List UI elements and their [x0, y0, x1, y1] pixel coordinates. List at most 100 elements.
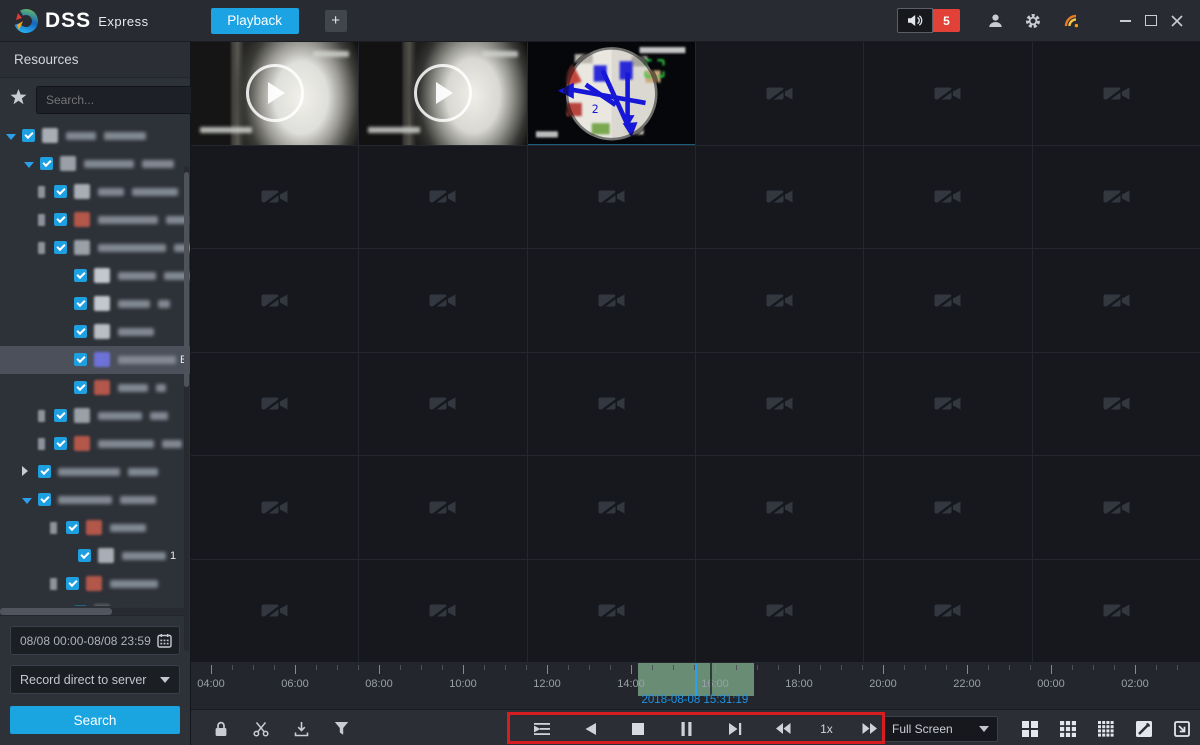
tree-checkbox[interactable] — [54, 437, 67, 450]
tree-checkbox[interactable] — [74, 297, 87, 310]
tree-checkbox[interactable] — [78, 549, 91, 562]
video-tile[interactable] — [1033, 249, 1200, 352]
pause-button[interactable] — [676, 718, 698, 740]
tree-row[interactable] — [0, 598, 190, 606]
clip-scissors-icon[interactable] — [251, 719, 271, 739]
play-button[interactable] — [414, 64, 472, 122]
play-button[interactable] — [246, 64, 304, 122]
favorites-star-icon[interactable] — [10, 89, 27, 110]
split-4-grid-icon[interactable] — [1020, 719, 1040, 739]
video-tile[interactable] — [1033, 560, 1200, 663]
screen-mode-select[interactable]: Full Screen — [883, 716, 998, 742]
speaker-icon[interactable] — [897, 8, 933, 33]
video-tile[interactable] — [528, 456, 695, 559]
tree-row[interactable] — [0, 262, 190, 290]
alarm-sound-control[interactable]: 5 — [897, 8, 960, 33]
tree-checkbox[interactable] — [74, 269, 87, 282]
next-frame-button[interactable] — [724, 718, 746, 740]
video-tile[interactable] — [864, 249, 1031, 352]
record-type-select[interactable]: Record direct to server — [10, 665, 180, 694]
tree-row[interactable] — [0, 374, 190, 402]
video-tile[interactable] — [359, 249, 526, 352]
tree-row[interactable]: 1 — [0, 542, 190, 570]
custom-split-icon[interactable] — [1134, 719, 1154, 739]
video-tile[interactable] — [864, 146, 1031, 249]
tree-checkbox[interactable] — [74, 325, 87, 338]
reverse-play-button[interactable] — [579, 718, 601, 740]
filter-icon[interactable] — [331, 719, 351, 739]
video-tile[interactable] — [696, 146, 863, 249]
video-tile[interactable] — [864, 560, 1031, 663]
maximize-button[interactable] — [1138, 8, 1164, 34]
tree-row[interactable] — [0, 514, 190, 542]
tree-row[interactable] — [0, 290, 190, 318]
close-button[interactable] — [1164, 8, 1190, 34]
video-tile[interactable] — [1033, 42, 1200, 145]
tree-checkbox[interactable] — [54, 409, 67, 422]
expand-arrow-icon[interactable] — [22, 463, 34, 481]
user-icon[interactable] — [984, 10, 1006, 32]
video-tile[interactable] — [191, 560, 358, 663]
video-tile[interactable] — [696, 560, 863, 663]
video-tile[interactable] — [191, 456, 358, 559]
tree-row[interactable] — [0, 150, 190, 178]
video-tile[interactable] — [696, 42, 863, 145]
tree-row[interactable] — [0, 178, 190, 206]
tree-checkbox[interactable] — [40, 157, 53, 170]
speed-indicator[interactable]: 1x — [820, 722, 833, 736]
tree-row[interactable] — [0, 570, 190, 598]
video-tile[interactable] — [528, 560, 695, 663]
tree-checkbox[interactable] — [74, 605, 87, 606]
split-9-grid-icon[interactable] — [1058, 719, 1078, 739]
collapse-arrow-icon[interactable] — [22, 491, 34, 509]
tree-checkbox[interactable] — [66, 577, 79, 590]
tree-checkbox[interactable] — [74, 353, 87, 366]
collapse-arrow-icon[interactable] — [6, 127, 18, 145]
video-tile[interactable] — [1033, 146, 1200, 249]
video-tile[interactable] — [528, 353, 695, 456]
video-tile[interactable] — [1033, 456, 1200, 559]
calendar-icon[interactable] — [157, 633, 172, 648]
video-tile-selected[interactable]: 2 — [528, 42, 695, 145]
video-tile[interactable] — [864, 42, 1031, 145]
settings-gear-icon[interactable] — [1022, 10, 1044, 32]
video-tile[interactable] — [191, 249, 358, 352]
tree-checkbox[interactable] — [66, 521, 79, 534]
search-input[interactable] — [44, 92, 203, 108]
tree-checkbox[interactable] — [54, 185, 67, 198]
video-tile[interactable] — [191, 353, 358, 456]
tree-checkbox[interactable] — [38, 493, 51, 506]
video-tile[interactable] — [359, 42, 526, 145]
tree-row[interactable] — [0, 486, 190, 514]
video-tile[interactable] — [864, 353, 1031, 456]
search-button[interactable]: Search — [10, 706, 180, 734]
alarm-count-badge[interactable]: 5 — [933, 9, 960, 32]
split-16-grid-icon[interactable] — [1096, 719, 1116, 739]
tree-row[interactable] — [0, 206, 190, 234]
tree-row[interactable] — [0, 402, 190, 430]
video-tile[interactable] — [528, 249, 695, 352]
tree-checkbox[interactable] — [38, 465, 51, 478]
video-tile[interactable] — [528, 146, 695, 249]
tree-checkbox[interactable] — [54, 213, 67, 226]
tree-row[interactable] — [0, 430, 190, 458]
collapse-arrow-icon[interactable] — [24, 155, 36, 173]
speed-down-rewind-button[interactable] — [772, 718, 794, 740]
stop-button[interactable] — [627, 718, 649, 740]
video-tile[interactable] — [696, 249, 863, 352]
speed-up-forward-button[interactable] — [859, 718, 881, 740]
tree-checkbox[interactable] — [54, 241, 67, 254]
video-tile[interactable] — [359, 353, 526, 456]
sync-playback-icon[interactable] — [531, 718, 553, 740]
playback-timeline[interactable]: 2018-08-08 15:31:19 04:0006:0008:0010:00… — [191, 663, 1200, 710]
video-tile[interactable] — [359, 560, 526, 663]
download-icon[interactable] — [291, 719, 311, 739]
video-tile[interactable] — [191, 42, 358, 145]
fullscreen-icon[interactable] — [1172, 719, 1192, 739]
tree-row[interactable] — [0, 234, 190, 262]
lock-icon[interactable] — [211, 719, 231, 739]
tree-row[interactable]: E — [0, 346, 190, 374]
video-tile[interactable] — [191, 146, 358, 249]
tree-horizontal-scrollbar[interactable] — [0, 608, 186, 615]
playhead[interactable] — [695, 663, 697, 696]
